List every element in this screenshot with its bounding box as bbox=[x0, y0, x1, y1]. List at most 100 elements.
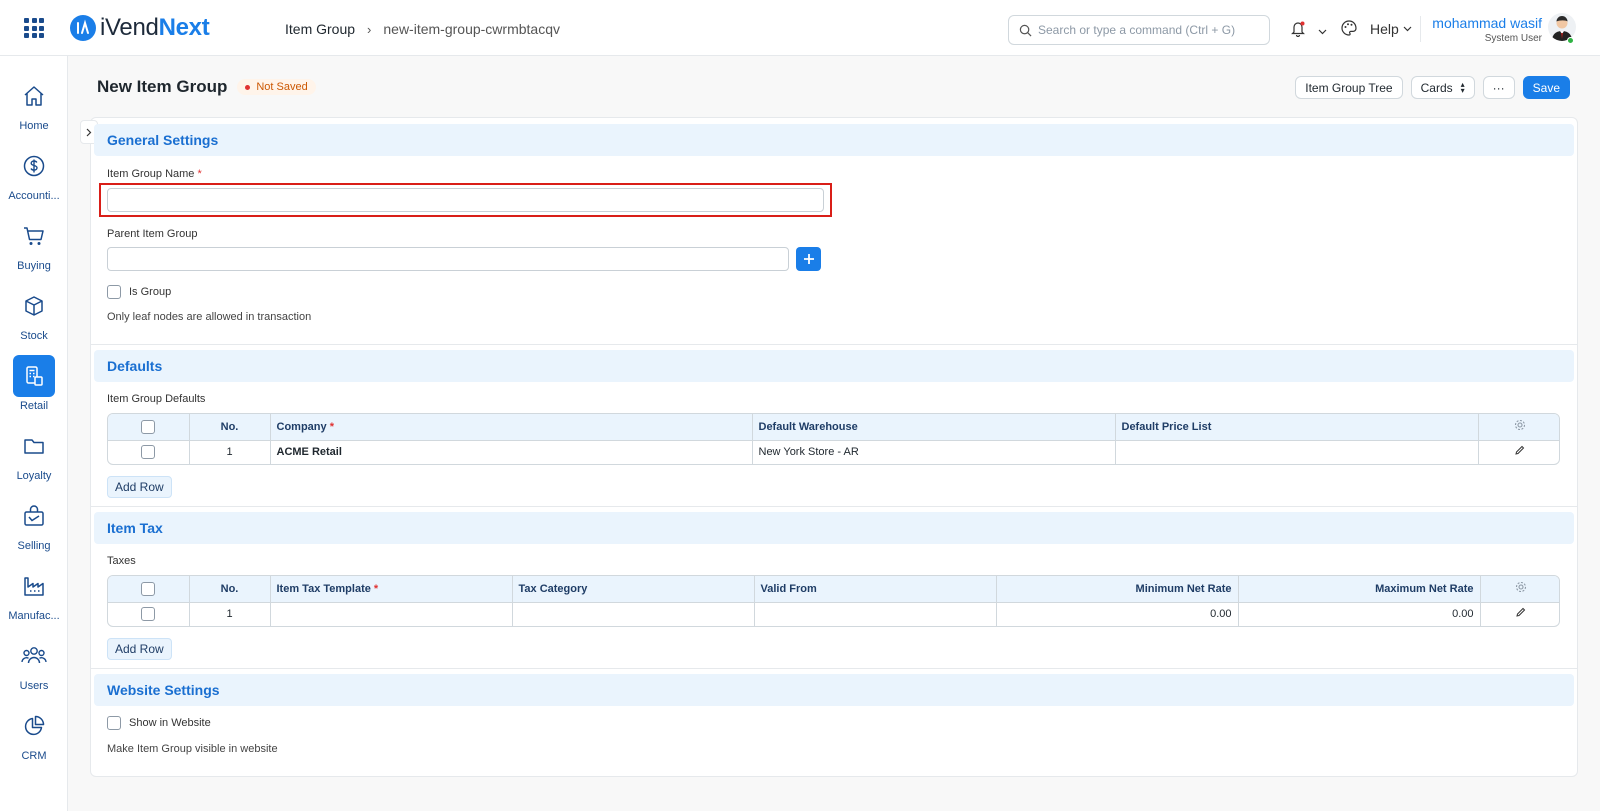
show-in-website-checkbox[interactable] bbox=[107, 716, 121, 730]
section-title: General Settings bbox=[107, 132, 219, 148]
help-label: Help bbox=[1370, 21, 1399, 37]
app-logo[interactable]: iVendNext bbox=[70, 14, 210, 42]
page-title: New Item Group bbox=[97, 77, 228, 96]
is-group-checkbox[interactable] bbox=[107, 285, 121, 299]
save-button[interactable]: Save bbox=[1522, 76, 1570, 99]
leaf-nodes-help-text: Only leaf nodes are allowed in transacti… bbox=[107, 311, 312, 323]
select-all-checkbox[interactable] bbox=[141, 581, 156, 596]
table-row[interactable]: 1 ACME Retail New York Store - AR bbox=[108, 440, 1559, 464]
sidebar-item-retail[interactable]: Retail bbox=[0, 355, 68, 425]
parent-item-group-label: Parent Item Group bbox=[107, 228, 198, 240]
column-header: Valid From bbox=[754, 576, 997, 603]
warehouse-cell[interactable]: New York Store - AR bbox=[752, 440, 1116, 464]
chevron-right-icon bbox=[86, 128, 92, 136]
top-navbar: iVendNext Item Group › new-item-group-cw… bbox=[0, 0, 1600, 56]
sidebar-item-accounting[interactable]: Accounti... bbox=[0, 145, 68, 215]
pie-chart-icon bbox=[13, 705, 55, 747]
sidebar-item-label: Selling bbox=[17, 540, 51, 552]
user-menu[interactable]: mohammad wasif System User bbox=[1432, 15, 1542, 44]
column-header: No. bbox=[189, 414, 271, 441]
valid-from-cell[interactable] bbox=[754, 602, 997, 626]
plus-icon bbox=[803, 254, 814, 264]
status-badge: Not Saved bbox=[237, 79, 316, 95]
sidebar-item-label: Accounti... bbox=[8, 190, 60, 202]
section-item-tax[interactable]: Item Tax bbox=[94, 512, 1574, 544]
section-divider bbox=[90, 344, 1578, 345]
module-sidebar: Home Accounti... Buying Stock Retail Loy… bbox=[0, 56, 68, 811]
column-header: Item Tax Template * bbox=[270, 576, 513, 603]
settings-gear-icon[interactable] bbox=[1515, 581, 1527, 593]
show-in-website-row[interactable]: Show in Website bbox=[107, 716, 211, 730]
row-number: 1 bbox=[189, 440, 271, 464]
price-list-cell[interactable] bbox=[1115, 440, 1479, 464]
chevron-right-icon: › bbox=[367, 21, 372, 37]
logo-mark-icon bbox=[70, 15, 96, 41]
sidebar-item-users[interactable]: Users bbox=[0, 635, 68, 705]
settings-gear-icon[interactable] bbox=[1514, 419, 1526, 431]
add-parent-group-button[interactable] bbox=[796, 247, 821, 271]
more-actions-button[interactable]: ··· bbox=[1482, 76, 1515, 99]
chevron-down-icon[interactable] bbox=[1318, 24, 1327, 38]
notification-bell-icon[interactable] bbox=[1290, 20, 1306, 40]
section-website-settings[interactable]: Website Settings bbox=[94, 674, 1574, 706]
theme-palette-icon[interactable] bbox=[1340, 19, 1358, 40]
item-group-name-input[interactable] bbox=[107, 188, 824, 212]
section-defaults[interactable]: Defaults bbox=[94, 350, 1574, 382]
factory-icon bbox=[13, 565, 55, 607]
view-label: Cards bbox=[1420, 80, 1453, 95]
add-row-button[interactable]: Add Row bbox=[107, 638, 172, 660]
breadcrumb-item-group[interactable]: Item Group bbox=[285, 21, 355, 37]
sidebar-item-crm[interactable]: CRM bbox=[0, 705, 68, 775]
tax-category-cell[interactable] bbox=[512, 602, 755, 626]
max-net-rate-cell[interactable]: 0.00 bbox=[1238, 602, 1481, 626]
item-group-defaults-label: Item Group Defaults bbox=[107, 393, 206, 405]
online-status-dot bbox=[1567, 37, 1574, 44]
row-checkbox[interactable] bbox=[141, 607, 156, 622]
sort-arrows-icon: ▴ ▾ bbox=[1460, 79, 1465, 95]
logo-text: iVendNext bbox=[100, 14, 210, 41]
column-header: Maximum Net Rate bbox=[1238, 576, 1481, 603]
section-general-settings[interactable]: General Settings bbox=[94, 124, 1574, 156]
table-header-row: No. Company * Default Warehouse Default … bbox=[108, 414, 1559, 441]
column-header: Tax Category bbox=[512, 576, 755, 603]
folder-icon bbox=[13, 425, 55, 467]
edit-pencil-icon[interactable] bbox=[1514, 445, 1525, 456]
row-checkbox[interactable] bbox=[141, 445, 156, 460]
page-header: New Item Group Not Saved bbox=[97, 77, 316, 97]
sidebar-item-stock[interactable]: Stock bbox=[0, 285, 68, 355]
taxes-label: Taxes bbox=[107, 555, 136, 567]
section-divider bbox=[90, 506, 1578, 507]
column-header: Default Warehouse bbox=[752, 414, 1116, 441]
sidebar-item-label: Loyalty bbox=[16, 470, 52, 482]
breadcrumb-current: new-item-group-cwrmbtacqv bbox=[383, 21, 560, 37]
sidebar-item-buying[interactable]: Buying bbox=[0, 215, 68, 285]
column-header: Company * bbox=[270, 414, 753, 441]
parent-item-group-input[interactable] bbox=[107, 247, 789, 271]
min-net-rate-cell[interactable]: 0.00 bbox=[996, 602, 1239, 626]
user-role: System User bbox=[1484, 33, 1542, 44]
sidebar-item-label: Retail bbox=[19, 400, 49, 412]
view-switcher-button[interactable]: Cards ▴ ▾ bbox=[1410, 76, 1475, 99]
search-input[interactable] bbox=[1038, 23, 1258, 37]
table-row[interactable]: 1 0.00 0.00 bbox=[108, 602, 1559, 626]
edit-pencil-icon[interactable] bbox=[1515, 607, 1526, 618]
breadcrumb: Item Group › new-item-group-cwrmbtacqv bbox=[285, 21, 560, 37]
website-help-text: Make Item Group visible in website bbox=[107, 743, 278, 755]
search-bar[interactable] bbox=[1008, 15, 1270, 45]
help-menu[interactable]: Help bbox=[1370, 21, 1412, 37]
tax-template-cell[interactable] bbox=[270, 602, 513, 626]
item-group-name-label: Item Group Name * bbox=[107, 168, 202, 180]
add-row-button[interactable]: Add Row bbox=[107, 476, 172, 498]
is-group-checkbox-row[interactable]: Is Group bbox=[107, 285, 171, 299]
apps-grid-icon[interactable] bbox=[24, 18, 44, 38]
select-all-checkbox[interactable] bbox=[141, 419, 156, 434]
row-number: 1 bbox=[189, 602, 271, 626]
dollar-icon bbox=[13, 145, 55, 187]
taxes-table: No. Item Tax Template * Tax Category Val… bbox=[107, 575, 1560, 627]
item-group-tree-button[interactable]: Item Group Tree bbox=[1295, 76, 1403, 99]
company-cell[interactable]: ACME Retail bbox=[270, 440, 753, 464]
sidebar-item-loyalty[interactable]: Loyalty bbox=[0, 425, 68, 495]
sidebar-item-home[interactable]: Home bbox=[0, 75, 68, 145]
sidebar-item-manufacturing[interactable]: Manufac... bbox=[0, 565, 68, 635]
sidebar-item-selling[interactable]: Selling bbox=[0, 495, 68, 565]
